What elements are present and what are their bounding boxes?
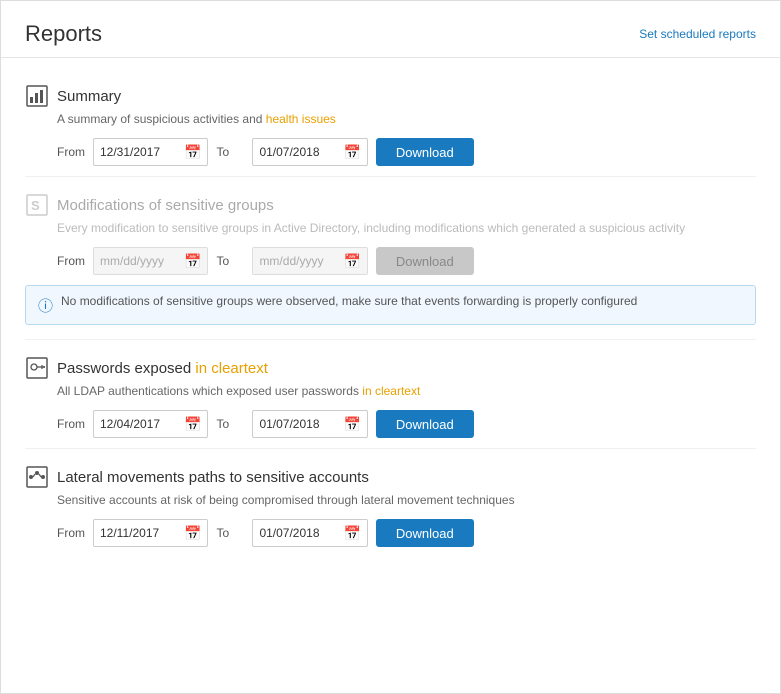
summary-date-row: From 📅 To 📅 Download <box>57 138 756 166</box>
passwords-from-calendar-icon[interactable]: 📅 <box>184 416 201 433</box>
lateral-to-calendar-icon[interactable]: 📅 <box>343 525 360 542</box>
summary-to-input[interactable] <box>259 145 339 159</box>
lateral-desc: Sensitive accounts at risk of being comp… <box>57 493 756 507</box>
summary-to-wrapper: 📅 <box>252 138 367 166</box>
summary-icon <box>25 84 49 108</box>
passwords-date-row: From 📅 To 📅 Download <box>57 410 756 438</box>
summary-title: Summary <box>57 88 121 105</box>
summary-from-wrapper: 📅 <box>93 138 208 166</box>
scheduled-reports-link[interactable]: Set scheduled reports <box>639 21 756 41</box>
report-section-summary: Summary A summary of suspicious activiti… <box>25 68 756 177</box>
passwords-download-button[interactable]: Download <box>376 410 474 438</box>
report-header-lateral: Lateral movements paths to sensitive acc… <box>25 465 756 489</box>
lateral-title: Lateral movements paths to sensitive acc… <box>57 469 369 486</box>
sensitive-groups-date-row: From 📅 To 📅 Download <box>57 247 756 275</box>
sensitive-to-calendar-icon: 📅 <box>343 253 360 270</box>
passwords-title: Passwords exposed in cleartext <box>57 360 268 377</box>
sensitive-from-wrapper: 📅 <box>93 247 208 275</box>
report-header-passwords: Passwords exposed in cleartext <box>25 356 756 380</box>
svg-text:S: S <box>31 198 40 213</box>
report-section-sensitive-groups: S Modifications of sensitive groups Ever… <box>25 177 756 340</box>
report-header-sensitive: S Modifications of sensitive groups <box>25 193 756 217</box>
summary-from-label: From <box>57 145 85 159</box>
lateral-download-button[interactable]: Download <box>376 519 474 547</box>
lateral-from-calendar-icon[interactable]: 📅 <box>184 525 201 542</box>
passwords-to-label: To <box>216 417 244 431</box>
passwords-from-label: From <box>57 417 85 431</box>
summary-from-calendar-icon[interactable]: 📅 <box>184 144 201 161</box>
passwords-from-wrapper: 📅 <box>93 410 208 438</box>
sensitive-from-label: From <box>57 254 85 268</box>
lateral-to-wrapper: 📅 <box>252 519 367 547</box>
reports-body: Summary A summary of suspicious activiti… <box>1 58 780 577</box>
info-icon: ⓘ <box>38 295 53 316</box>
sensitive-info-text: No modifications of sensitive groups wer… <box>61 294 637 308</box>
lateral-to-input[interactable] <box>259 526 339 540</box>
lateral-date-row: From 📅 To 📅 Download <box>57 519 756 547</box>
sensitive-to-wrapper: 📅 <box>252 247 367 275</box>
lateral-to-label: To <box>216 526 244 540</box>
summary-desc: A summary of suspicious activities and h… <box>57 112 756 126</box>
page-header: Reports Set scheduled reports <box>1 1 780 58</box>
report-section-lateral: Lateral movements paths to sensitive acc… <box>25 449 756 557</box>
lateral-from-wrapper: 📅 <box>93 519 208 547</box>
passwords-to-input[interactable] <box>259 417 339 431</box>
sensitive-download-button: Download <box>376 247 474 275</box>
sensitive-groups-desc: Every modification to sensitive groups i… <box>57 221 756 235</box>
summary-from-input[interactable] <box>100 145 180 159</box>
lateral-from-label: From <box>57 526 85 540</box>
sensitive-info-banner: ⓘ No modifications of sensitive groups w… <box>25 285 756 325</box>
passwords-icon <box>25 356 49 380</box>
passwords-desc: All LDAP authentications which exposed u… <box>57 384 756 398</box>
passwords-to-wrapper: 📅 <box>252 410 367 438</box>
passwords-to-calendar-icon[interactable]: 📅 <box>343 416 360 433</box>
summary-to-label: To <box>216 145 244 159</box>
sensitive-groups-title: Modifications of sensitive groups <box>57 197 274 214</box>
sensitive-to-input[interactable] <box>259 254 339 268</box>
page-container: Reports Set scheduled reports Summary A … <box>0 0 781 694</box>
report-header-summary: Summary <box>25 84 756 108</box>
lateral-icon <box>25 465 49 489</box>
lateral-from-input[interactable] <box>100 526 180 540</box>
report-section-passwords: Passwords exposed in cleartext All LDAP … <box>25 340 756 449</box>
sensitive-from-input[interactable] <box>100 254 180 268</box>
summary-download-button[interactable]: Download <box>376 138 474 166</box>
page-title: Reports <box>25 21 102 47</box>
sensitive-to-label: To <box>216 254 244 268</box>
summary-to-calendar-icon[interactable]: 📅 <box>343 144 360 161</box>
passwords-from-input[interactable] <box>100 417 180 431</box>
sensitive-groups-icon: S <box>25 193 49 217</box>
sensitive-from-calendar-icon: 📅 <box>184 253 201 270</box>
